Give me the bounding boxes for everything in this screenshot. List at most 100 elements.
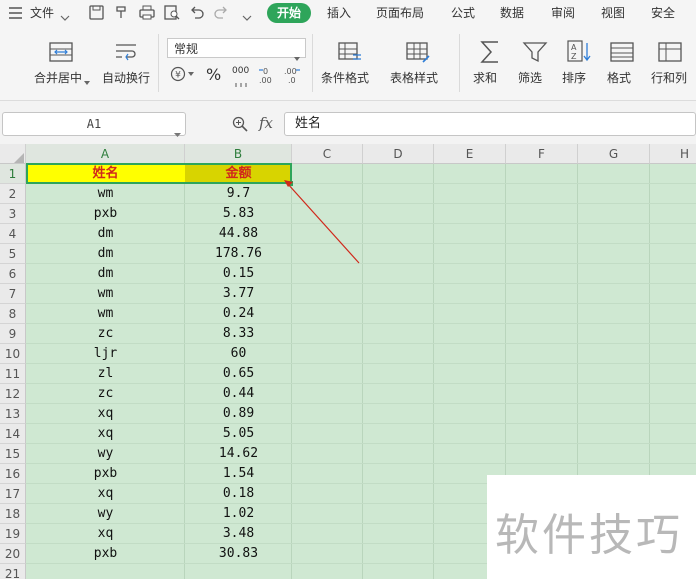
tab-data[interactable]: 数据 bbox=[500, 0, 524, 26]
format-button[interactable]: 格式 bbox=[607, 69, 631, 86]
quick-access-more-icon[interactable] bbox=[242, 10, 252, 21]
amount-cell[interactable]: 14.62 bbox=[185, 444, 292, 464]
column-header-a[interactable]: A bbox=[26, 144, 185, 164]
print-icon[interactable] bbox=[139, 5, 155, 20]
name-cell[interactable]: zc bbox=[26, 324, 185, 344]
number-format-select[interactable]: 常规 bbox=[167, 38, 306, 61]
amount-cell[interactable]: 3.77 bbox=[185, 284, 292, 304]
name-cell[interactable]: xq bbox=[26, 524, 185, 544]
thousands-separator-button[interactable]: 000 bbox=[232, 66, 249, 76]
fx-button[interactable]: fx bbox=[259, 114, 273, 132]
tab-review[interactable]: 审阅 bbox=[551, 0, 575, 26]
sort-icon[interactable]: AZ bbox=[566, 39, 592, 65]
save-icon[interactable] bbox=[89, 5, 104, 20]
column-header-c[interactable]: C bbox=[292, 144, 363, 164]
filter-icon[interactable] bbox=[522, 40, 548, 64]
name-cell[interactable]: pxb bbox=[26, 544, 185, 564]
currency-icon[interactable]: ¥ bbox=[170, 66, 194, 82]
rows-columns-button[interactable]: 行和列 bbox=[651, 69, 687, 86]
name-box[interactable]: A1 bbox=[2, 112, 186, 137]
amount-cell[interactable]: 0.24 bbox=[185, 304, 292, 324]
row-header-8[interactable]: 8 bbox=[0, 304, 26, 324]
tab-security[interactable]: 安全 bbox=[651, 0, 675, 26]
name-cell[interactable]: pxb bbox=[26, 204, 185, 224]
rows-columns-icon[interactable] bbox=[657, 40, 683, 64]
row-header-7[interactable]: 7 bbox=[0, 284, 26, 304]
row-header-21[interactable]: 21 bbox=[0, 564, 26, 579]
row-header-15[interactable]: 15 bbox=[0, 444, 26, 464]
name-cell[interactable]: zc bbox=[26, 384, 185, 404]
zoom-formula-icon[interactable] bbox=[232, 116, 248, 132]
sum-button[interactable]: 求和 bbox=[473, 69, 497, 86]
sort-button[interactable]: 排序 bbox=[562, 69, 586, 86]
row-header-10[interactable]: 10 bbox=[0, 344, 26, 364]
amount-cell[interactable]: 178.76 bbox=[185, 244, 292, 264]
amount-cell[interactable]: 3.48 bbox=[185, 524, 292, 544]
name-cell[interactable]: wy bbox=[26, 444, 185, 464]
name-cell[interactable]: zl bbox=[26, 364, 185, 384]
amount-cell[interactable]: 5.05 bbox=[185, 424, 292, 444]
row-header-1[interactable]: 1 bbox=[0, 164, 26, 184]
row-header-16[interactable]: 16 bbox=[0, 464, 26, 484]
row-header-2[interactable]: 2 bbox=[0, 184, 26, 204]
merge-center-button[interactable]: 合并居中 bbox=[34, 69, 82, 86]
name-cell[interactable]: dm bbox=[26, 244, 185, 264]
name-cell[interactable]: dm bbox=[26, 224, 185, 244]
amount-cell[interactable]: 0.15 bbox=[185, 264, 292, 284]
row-header-9[interactable]: 9 bbox=[0, 324, 26, 344]
amount-cell[interactable]: 0.44 bbox=[185, 384, 292, 404]
filter-button[interactable]: 筛选 bbox=[518, 69, 542, 86]
name-cell[interactable]: ljr bbox=[26, 344, 185, 364]
column-header-b[interactable]: B bbox=[185, 144, 292, 164]
amount-cell[interactable]: 30.83 bbox=[185, 544, 292, 564]
file-menu[interactable]: 文件 bbox=[30, 0, 54, 26]
row-header-6[interactable]: 6 bbox=[0, 264, 26, 284]
row-header-18[interactable]: 18 bbox=[0, 504, 26, 524]
amount-cell[interactable]: 44.88 bbox=[185, 224, 292, 244]
amount-cell[interactable]: 9.7 bbox=[185, 184, 292, 204]
sheet-grid[interactable]: A B C D E F G H 1 2 3 4 5 6 7 8 9 10 11 12 13 14 15 16 17 18 19 20 2… bbox=[0, 144, 696, 579]
amount-cell[interactable]: 0.18 bbox=[185, 484, 292, 504]
conditional-format-button[interactable]: 条件格式 bbox=[321, 69, 369, 86]
row-header-11[interactable]: 11 bbox=[0, 364, 26, 384]
percent-button[interactable]: % bbox=[206, 65, 221, 84]
name-cell[interactable]: xq bbox=[26, 424, 185, 444]
name-cell[interactable]: wm bbox=[26, 284, 185, 304]
amount-cell[interactable]: 0.89 bbox=[185, 404, 292, 424]
name-cell[interactable]: dm bbox=[26, 264, 185, 284]
wrap-text-button[interactable]: 自动换行 bbox=[102, 69, 150, 86]
format-painter-icon[interactable] bbox=[114, 5, 129, 20]
chevron-down-icon[interactable] bbox=[60, 10, 70, 21]
amount-cell[interactable]: 1.02 bbox=[185, 504, 292, 524]
tab-home[interactable]: 开始 bbox=[267, 3, 312, 23]
tab-formulas[interactable]: 公式 bbox=[451, 0, 475, 26]
sum-icon[interactable] bbox=[478, 39, 502, 65]
name-cell[interactable]: wm bbox=[26, 184, 185, 204]
row-header-19[interactable]: 19 bbox=[0, 524, 26, 544]
table-style-icon[interactable] bbox=[405, 40, 431, 64]
name-cell[interactable]: wm bbox=[26, 304, 185, 324]
column-header-g[interactable]: G bbox=[578, 144, 650, 164]
amount-cell[interactable]: 0.65 bbox=[185, 364, 292, 384]
row-header-13[interactable]: 13 bbox=[0, 404, 26, 424]
tab-page-layout[interactable]: 页面布局 bbox=[376, 0, 424, 26]
column-header-h[interactable]: H bbox=[650, 144, 696, 164]
redo-icon[interactable] bbox=[214, 6, 228, 19]
row-header-20[interactable]: 20 bbox=[0, 544, 26, 564]
dropdown-arrow-icon[interactable] bbox=[84, 74, 90, 85]
row-header-3[interactable]: 3 bbox=[0, 204, 26, 224]
name-cell[interactable]: xq bbox=[26, 404, 185, 424]
row-header-4[interactable]: 4 bbox=[0, 224, 26, 244]
tab-view[interactable]: 视图 bbox=[601, 0, 625, 26]
formula-input[interactable]: 姓名 bbox=[284, 112, 696, 136]
hamburger-menu-icon[interactable] bbox=[9, 7, 22, 19]
row-header-5[interactable]: 5 bbox=[0, 244, 26, 264]
format-icon[interactable] bbox=[609, 40, 635, 64]
row-header-12[interactable]: 12 bbox=[0, 384, 26, 404]
wrap-text-icon[interactable] bbox=[113, 41, 139, 63]
row-header-17[interactable]: 17 bbox=[0, 484, 26, 504]
column-header-d[interactable]: D bbox=[363, 144, 434, 164]
name-cell[interactable]: xq bbox=[26, 484, 185, 504]
increase-decimal-icon[interactable]: 0.00 bbox=[258, 66, 276, 85]
column-header-e[interactable]: E bbox=[434, 144, 506, 164]
